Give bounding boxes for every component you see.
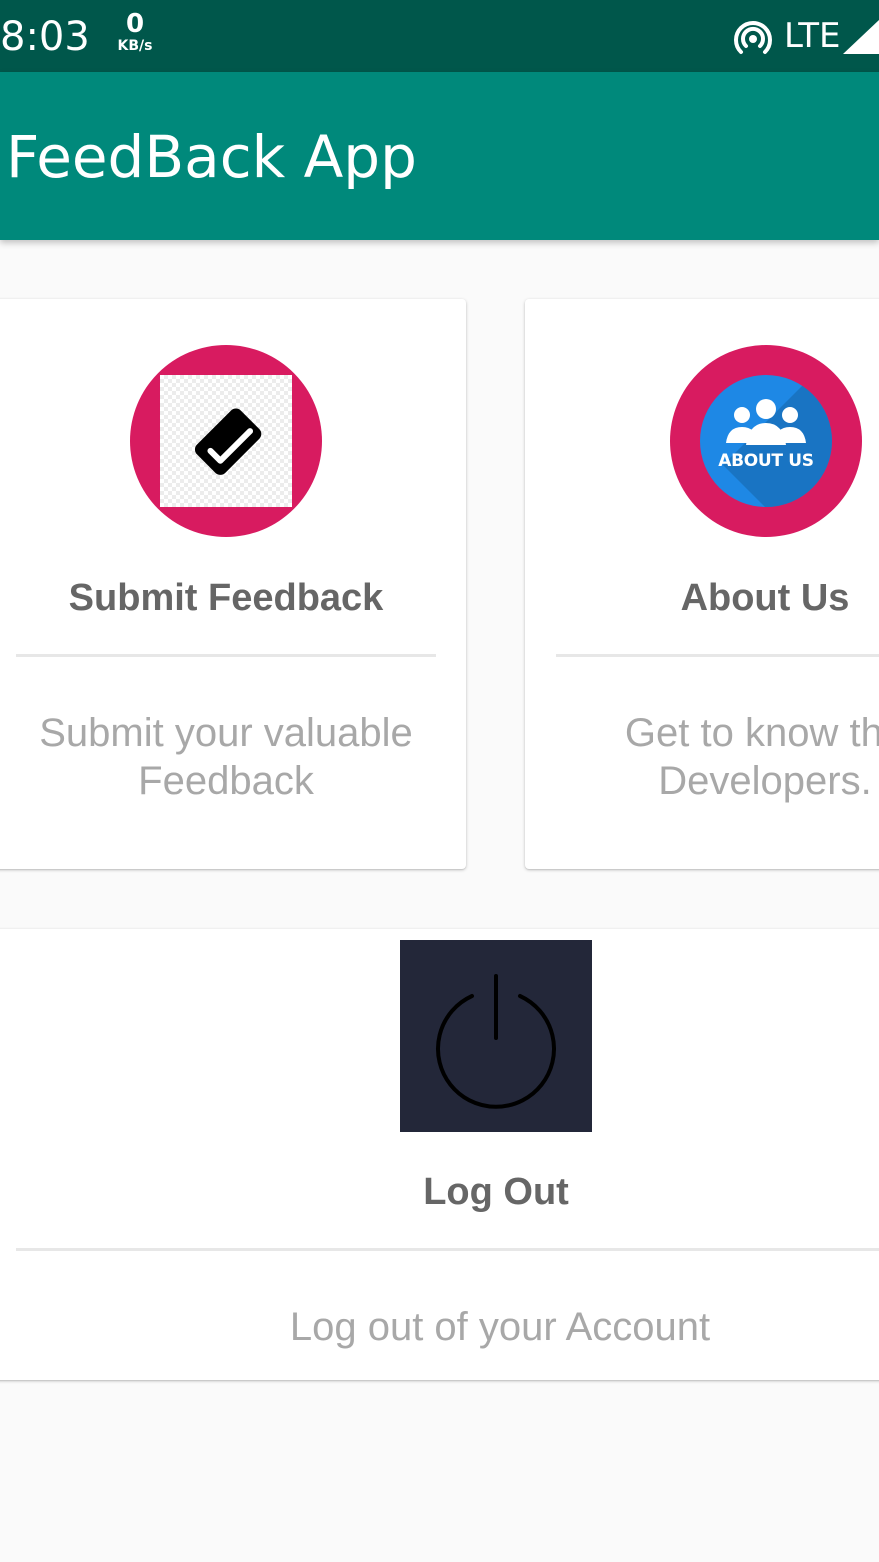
about-us-badge-text: ABOUT US [718,451,814,471]
about-us-description-line1: Get to know the [624,711,879,755]
about-us-icon-circle: ABOUT US [670,345,862,537]
network-speed-value: 0 [125,9,145,39]
about-us-description-line2: Developers. [658,759,872,803]
about-us-card[interactable]: ABOUT US About Us Get to know the Develo… [525,299,879,869]
submit-feedback-description-line1: Submit your valuable [39,711,413,755]
submit-feedback-description-line2: Feedback [138,759,314,803]
logout-title: Log Out [423,1171,569,1213]
submit-feedback-card[interactable]: Submit Feedback Submit your valuable Fee… [0,299,466,869]
power-icon [436,974,556,1109]
about-us-divider [556,654,879,657]
status-time: 8:03 [0,14,90,60]
hotspot-icon [734,20,772,54]
team-icon [726,399,806,445]
network-speed: 0 KB/s [112,10,158,54]
submit-feedback-divider [16,654,436,657]
submit-feedback-title: Submit Feedback [68,577,384,619]
app-title: FeedBack App [6,123,417,191]
logout-card[interactable]: Log Out Log out of your Account [0,929,879,1380]
about-us-title: About Us [680,577,850,619]
logout-divider [16,1248,879,1251]
about-us-description: Get to know the Developers. [533,709,879,805]
check-badge-icon [194,408,262,475]
logout-image [400,940,592,1132]
feedback-image [160,375,292,507]
signal-icon [843,20,879,54]
submit-feedback-icon-circle [130,345,322,537]
about-us-badge: ABOUT US [700,375,832,507]
status-bar: 8:03 0 KB/s LTE [0,0,879,72]
app-bar: FeedBack App [0,72,879,240]
logout-description: Log out of your Account [289,1305,711,1349]
network-type: LTE [784,16,841,56]
network-speed-unit: KB/s [117,38,153,54]
submit-feedback-description: Submit your valuable Feedback [0,709,458,805]
